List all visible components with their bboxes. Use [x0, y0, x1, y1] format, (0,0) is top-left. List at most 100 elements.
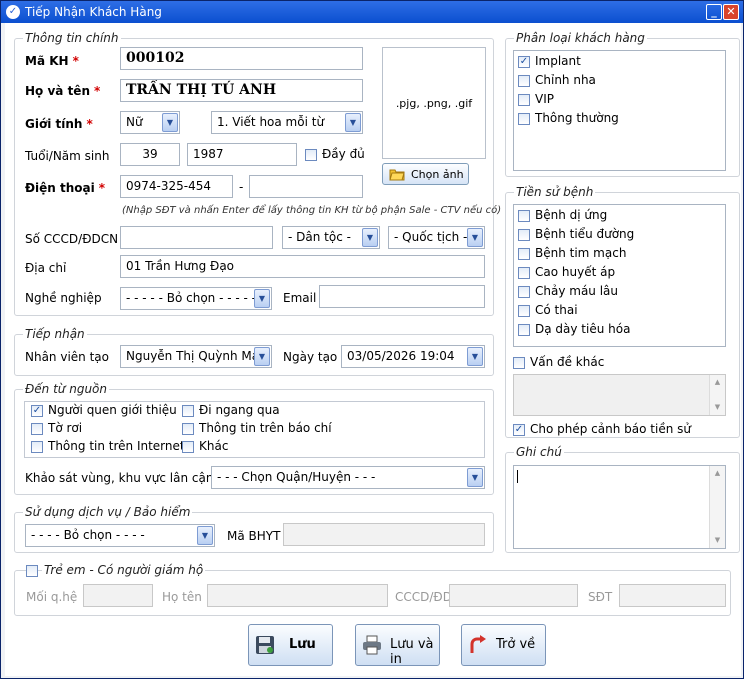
- source-checkbox-press[interactable]: [182, 423, 194, 435]
- job-label: Nghề nghiệp: [25, 291, 102, 305]
- name-case-value: 1. Viết hoa mỗi từ: [217, 115, 325, 129]
- scroll-up-icon[interactable]: ▲: [712, 377, 723, 388]
- service-value: - - - - Bỏ chọn - - - -: [31, 528, 145, 542]
- save-button[interactable]: Lưu: [248, 624, 333, 666]
- history-item-label: Cao huyết áp: [535, 265, 616, 279]
- scroll-down-icon[interactable]: ▼: [712, 402, 723, 413]
- customer-code-label: Mã KH *: [25, 54, 79, 68]
- photo-preview[interactable]: .pjg, .png, .gif: [382, 47, 486, 159]
- minimize-button[interactable]: _: [706, 4, 722, 20]
- guardian-id-field[interactable]: [449, 584, 578, 607]
- notes-group: Ghi chú ▲ ▼: [505, 445, 740, 553]
- nationality-select[interactable]: - Quốc tịch - ▼: [388, 226, 485, 249]
- age-field[interactable]: 39: [120, 143, 180, 166]
- job-select[interactable]: - - - - - Bỏ chọn - - - - - ▼: [120, 287, 272, 310]
- source-label: Người quen giới thiệu: [48, 403, 177, 417]
- name-case-select[interactable]: 1. Viết hoa mỗi từ ▼: [211, 111, 363, 134]
- gender-select[interactable]: Nữ ▼: [120, 111, 180, 134]
- history-item-label: Bệnh tiểu đường: [535, 227, 635, 241]
- medical-history-title: Tiền sử bệnh: [514, 185, 596, 199]
- source-checkbox-other[interactable]: [182, 441, 194, 453]
- created-date-picker[interactable]: 03/05/2026 19:04 ▼: [341, 345, 485, 368]
- scroll-up-icon[interactable]: ▲: [712, 468, 723, 479]
- phone-hint: (Nhập SĐT và nhấn Enter để lấy thông tin…: [122, 205, 502, 216]
- save-print-label: Lưu và in: [390, 637, 434, 667]
- other-issue-checkbox[interactable]: [513, 357, 525, 369]
- class-checkbox-orthodontic[interactable]: [518, 75, 530, 87]
- address-field[interactable]: 01 Trần Hưng Đạo: [120, 255, 485, 278]
- history-checkbox[interactable]: [518, 210, 530, 222]
- reception-group: Tiếp nhận Nhân viên tạo Nguyễn Thị Quỳnh…: [14, 327, 494, 376]
- customer-code-field[interactable]: 000102: [120, 47, 363, 70]
- ethnicity-select[interactable]: - Dân tộc - ▼: [282, 226, 380, 249]
- history-checkbox[interactable]: [518, 305, 530, 317]
- classification-list: ✓ Implant Chỉnh nha VIP Thông thường: [513, 50, 726, 171]
- back-button[interactable]: Trở về: [461, 624, 546, 666]
- history-warning-label: Cho phép cảnh báo tiền sử: [530, 422, 691, 436]
- bhyt-field[interactable]: [283, 523, 485, 546]
- guardian-relation-field[interactable]: [83, 584, 153, 607]
- created-date-label: Ngày tạo: [283, 350, 338, 364]
- history-checkbox[interactable]: [518, 229, 530, 241]
- class-checkbox-implant[interactable]: ✓: [518, 56, 530, 68]
- phone-field[interactable]: 0974-325-454: [120, 175, 233, 198]
- birth-year-field[interactable]: 1987: [187, 143, 297, 166]
- scroll-down-icon[interactable]: ▼: [712, 535, 723, 546]
- guardian-phone-field[interactable]: [619, 584, 726, 607]
- guardian-phone-label: SĐT: [588, 590, 613, 604]
- source-label: Khác: [199, 439, 229, 453]
- district-select[interactable]: - - - Chọn Quận/Huyện - - - ▼: [211, 466, 485, 489]
- service-select[interactable]: - - - - Bỏ chọn - - - - ▼: [25, 524, 215, 547]
- guardian-name-field[interactable]: [207, 584, 388, 607]
- other-issue-field[interactable]: ▲ ▼: [513, 374, 726, 416]
- guardian-checkbox[interactable]: [26, 565, 38, 577]
- chevron-down-icon: ▼: [254, 289, 270, 308]
- history-checkbox[interactable]: [518, 267, 530, 279]
- email-field[interactable]: [319, 285, 485, 308]
- choose-photo-button[interactable]: Chọn ảnh: [382, 163, 469, 185]
- class-item-label: VIP: [535, 92, 554, 106]
- id-number-field[interactable]: [120, 226, 273, 249]
- ethnicity-value: - Dân tộc -: [288, 230, 351, 244]
- chevron-down-icon: ▼: [162, 113, 178, 132]
- text-cursor: [517, 470, 518, 483]
- created-date-value: 03/05/2026 19:04: [347, 349, 455, 363]
- staff-select[interactable]: Nguyễn Thị Quỳnh Mai ▼: [120, 345, 272, 368]
- scrollbar[interactable]: ▲ ▼: [709, 375, 725, 415]
- history-checkbox[interactable]: [518, 286, 530, 298]
- save-print-button[interactable]: Lưu và in: [355, 624, 440, 667]
- class-item-label: Chỉnh nha: [535, 73, 596, 87]
- app-icon: ✓: [6, 5, 20, 19]
- source-checkbox-flyer[interactable]: [31, 423, 43, 435]
- bhyt-label: Mã BHYT: [227, 529, 281, 543]
- notes-textarea[interactable]: ▲ ▼: [513, 465, 726, 549]
- full-date-checkbox[interactable]: [305, 149, 317, 161]
- gender-value: Nữ: [126, 115, 143, 129]
- chevron-down-icon: ▼: [197, 526, 213, 545]
- source-checkbox-walk-in[interactable]: [182, 405, 194, 417]
- age-label: Tuổi/Năm sinh: [25, 149, 110, 163]
- class-checkbox-vip[interactable]: [518, 94, 530, 106]
- close-button[interactable]: ✕: [723, 4, 739, 20]
- full-name-field[interactable]: TRẦN THỊ TÚ ANH: [120, 79, 363, 102]
- history-item-label: Bệnh tim mạch: [535, 246, 627, 260]
- source-checkbox-internet[interactable]: [31, 441, 43, 453]
- history-item-label: Chảy máu lâu: [535, 284, 619, 298]
- customer-intake-window: ✓ Tiếp Nhận Khách Hàng _ ✕ Thông tin chí…: [0, 0, 744, 679]
- scrollbar[interactable]: ▲ ▼: [709, 466, 725, 548]
- phone-secondary-field[interactable]: [249, 175, 363, 198]
- chevron-down-icon: ▼: [345, 113, 361, 132]
- return-arrow-icon: [470, 635, 486, 653]
- classification-group: Phân loại khách hàng ✓ Implant Chỉnh nha…: [505, 31, 740, 177]
- source-group: Đến từ nguồn ✓ Người quen giới thiệu Đi …: [14, 382, 494, 495]
- history-warning-checkbox[interactable]: ✓: [513, 424, 525, 436]
- history-checkbox[interactable]: [518, 248, 530, 260]
- class-checkbox-regular[interactable]: [518, 113, 530, 125]
- history-checkbox[interactable]: [518, 324, 530, 336]
- email-label: Email: [283, 291, 317, 305]
- source-checkbox-referral[interactable]: ✓: [31, 405, 43, 417]
- staff-value: Nguyễn Thị Quỳnh Mai: [126, 349, 263, 363]
- district-value: - - - Chọn Quận/Huyện - - -: [217, 470, 376, 484]
- choose-photo-label: Chọn ảnh: [411, 168, 464, 181]
- source-label: Đi ngang qua: [199, 403, 280, 417]
